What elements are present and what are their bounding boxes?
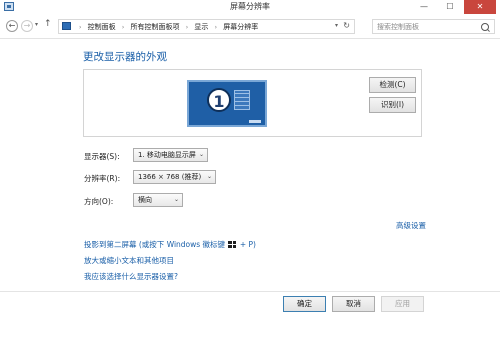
resolution-select-value: 1366 × 768 (推荐) xyxy=(138,173,202,181)
close-button[interactable]: ✕ xyxy=(464,0,496,14)
resolution-label: 分辨率(R): xyxy=(84,174,121,183)
monitor-icon[interactable]: 1 xyxy=(187,80,267,127)
breadcrumb-item-all-items[interactable]: 所有控制面板项 xyxy=(131,23,180,31)
ok-button[interactable]: 确定 xyxy=(283,296,326,312)
display-select-value: 1. 移动电脑显示屏 xyxy=(138,151,196,159)
minimize-button[interactable]: — xyxy=(412,0,436,14)
cancel-button[interactable]: 取消 xyxy=(332,296,375,312)
orientation-select-value: 横向 xyxy=(138,196,152,204)
chevron-down-icon: ⌄ xyxy=(206,173,212,180)
up-button[interactable]: ↑ xyxy=(44,19,52,29)
breadcrumb-item-screen-resolution[interactable]: 屏幕分辨率 xyxy=(223,23,258,31)
page-title: 更改显示器的外观 xyxy=(83,51,167,63)
footer-divider xyxy=(0,291,500,292)
advanced-settings-link[interactable]: 高级设置 xyxy=(396,220,426,231)
search-placeholder: 搜索控制面板 xyxy=(377,23,419,31)
text-size-link[interactable]: 放大或缩小文本和其他项目 xyxy=(84,255,174,266)
resolution-select[interactable]: 1366 × 768 (推荐) ⌄ xyxy=(133,170,216,184)
identify-button[interactable]: 识别(I) xyxy=(369,97,416,113)
project-link-suffix: + P) xyxy=(239,240,256,249)
forward-button[interactable]: → xyxy=(21,20,33,32)
taskbar-icon xyxy=(249,120,261,123)
address-dropdown-icon[interactable]: ▾ xyxy=(335,22,338,29)
chevron-down-icon: ⌄ xyxy=(198,151,204,158)
search-input[interactable]: 搜索控制面板 xyxy=(372,19,495,34)
breadcrumb-separator: › xyxy=(214,24,218,31)
search-icon[interactable] xyxy=(481,23,489,31)
title-bar: 屏幕分辨率 — ☐ ✕ xyxy=(0,0,500,14)
project-second-screen-link[interactable]: 投影到第二屏幕 (或按下 Windows 徽标键 + P) xyxy=(84,239,256,250)
breadcrumb-item-control-panel[interactable]: 控制面板 xyxy=(88,23,116,31)
apply-button[interactable]: 应用 xyxy=(381,296,424,312)
orientation-select[interactable]: 横向 ⌄ xyxy=(133,193,183,207)
project-link-prefix: 投影到第二屏幕 (或按下 Windows 徽标键 xyxy=(84,240,226,249)
address-bar[interactable]: › 控制面板 › 所有控制面板项 › 显示 › 屏幕分辨率 ▾ ↻ xyxy=(58,19,355,34)
display-label: 显示器(S): xyxy=(84,152,120,161)
windows-logo-icon xyxy=(228,241,237,248)
back-button[interactable]: ← xyxy=(6,20,18,32)
control-panel-icon xyxy=(62,22,71,30)
refresh-icon[interactable]: ↻ xyxy=(343,21,350,30)
breadcrumb: › 控制面板 › 所有控制面板项 › 显示 › 屏幕分辨率 xyxy=(75,22,258,32)
breadcrumb-separator: › xyxy=(121,24,125,31)
detect-button[interactable]: 检测(C) xyxy=(369,77,416,93)
breadcrumb-separator: › xyxy=(185,24,189,31)
screen-resolution-window: 屏幕分辨率 — ☐ ✕ ← → ▾ ↑ › 控制面板 › 所有控制面板项 › 显… xyxy=(0,0,500,344)
address-toolbar: ← → ▾ ↑ › 控制面板 › 所有控制面板项 › 显示 › 屏幕分辨率 ▾ … xyxy=(0,16,500,39)
orientation-label: 方向(O): xyxy=(84,197,114,206)
monitor-number: 1 xyxy=(207,88,231,112)
display-select[interactable]: 1. 移动电脑显示屏 ⌄ xyxy=(133,148,208,162)
maximize-button[interactable]: ☐ xyxy=(438,0,462,14)
chevron-down-icon: ⌄ xyxy=(173,196,179,203)
start-screen-tiles-icon xyxy=(234,90,250,110)
breadcrumb-item-display[interactable]: 显示 xyxy=(194,23,208,31)
which-settings-link[interactable]: 我应该选择什么显示器设置? xyxy=(84,271,178,282)
breadcrumb-separator: › xyxy=(79,24,82,31)
recent-locations-chevron-icon[interactable]: ▾ xyxy=(35,21,38,28)
